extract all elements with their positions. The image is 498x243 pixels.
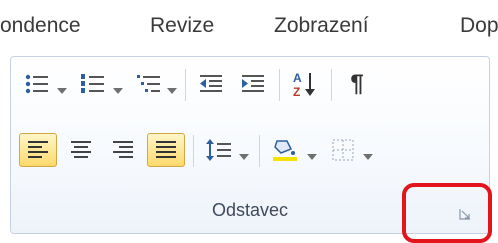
line-spacing-dropdown[interactable] [239, 147, 249, 165]
shading-dropdown[interactable] [307, 147, 317, 165]
multilevel-list-dropdown[interactable] [167, 81, 177, 99]
paragraph-dialog-launcher[interactable] [458, 207, 472, 221]
chevron-down-icon [113, 88, 123, 94]
decrease-indent-icon [200, 75, 222, 92]
align-right-icon [113, 141, 133, 158]
numbering-dropdown[interactable] [113, 81, 123, 99]
bullets-button[interactable] [19, 67, 55, 101]
svg-text:A: A [293, 71, 302, 85]
multilevel-list-icon [137, 75, 160, 92]
paragraph-group: A Z ¶ Odstavec [10, 56, 490, 234]
justify-button[interactable] [147, 133, 185, 167]
shading-icon [273, 140, 297, 161]
show-formatting-button[interactable]: ¶ [339, 67, 375, 101]
tab-view[interactable]: Zobrazení [274, 14, 369, 38]
separator [279, 69, 280, 101]
bullets-list-icon [25, 74, 48, 94]
separator [331, 69, 332, 101]
ribbon-panel: A Z ¶ Odstavec [0, 54, 498, 241]
decrease-indent-button[interactable] [193, 67, 229, 101]
borders-icon [332, 139, 354, 161]
increase-indent-icon [242, 75, 264, 92]
chevron-down-icon [57, 88, 67, 94]
separator [193, 135, 194, 167]
chevron-down-icon [167, 88, 177, 94]
ribbon-tab-strip: ondence Revize Zobrazení Dop [0, 0, 498, 55]
pilcrow-icon: ¶ [350, 70, 364, 97]
align-center-button[interactable] [63, 133, 99, 167]
borders-button[interactable] [325, 133, 361, 167]
line-spacing-icon [206, 139, 231, 161]
align-left-icon [28, 141, 48, 158]
chevron-down-icon [239, 154, 249, 160]
increase-indent-button[interactable] [235, 67, 271, 101]
numbering-list-icon [81, 74, 104, 93]
shading-button[interactable] [267, 133, 303, 167]
chevron-down-icon [363, 154, 373, 160]
borders-dropdown[interactable] [363, 147, 373, 165]
align-center-icon [71, 141, 91, 158]
group-label-paragraph: Odstavec [211, 200, 289, 220]
tab-developer[interactable]: Dop [460, 14, 498, 38]
chevron-down-icon [307, 154, 317, 160]
separator [185, 69, 186, 101]
tab-review[interactable]: Revize [150, 14, 214, 38]
separator [259, 135, 260, 167]
dialog-launcher-icon [459, 209, 470, 220]
justify-icon [156, 141, 176, 158]
tab-references[interactable]: ondence [0, 14, 81, 38]
line-spacing-button[interactable] [201, 133, 237, 167]
bullets-dropdown[interactable] [57, 81, 67, 99]
svg-text:Z: Z [293, 85, 300, 98]
numbering-button[interactable] [75, 67, 111, 101]
sort-icon: A Z [293, 71, 315, 98]
align-right-button[interactable] [105, 133, 141, 167]
multilevel-list-button[interactable] [131, 67, 167, 101]
align-left-button[interactable] [19, 133, 57, 167]
sort-button[interactable]: A Z [287, 67, 323, 101]
